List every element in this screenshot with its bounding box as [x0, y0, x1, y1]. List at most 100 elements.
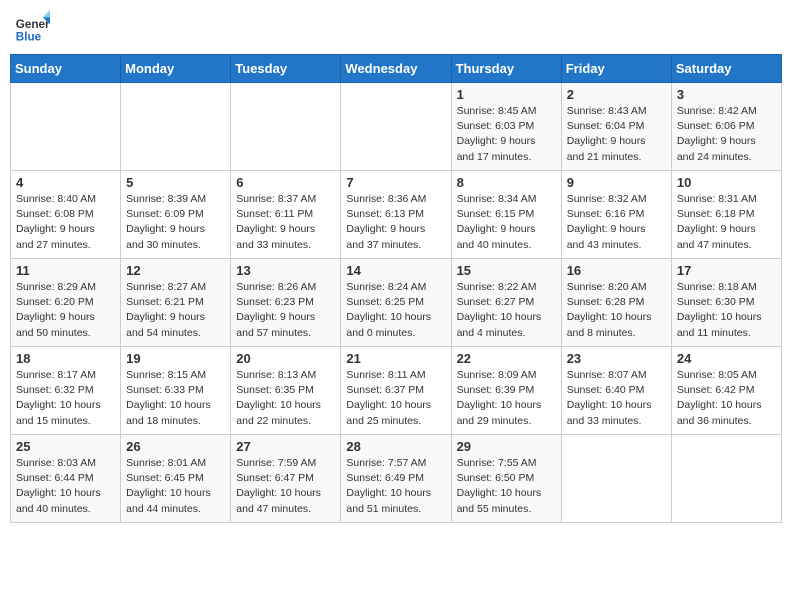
day-number: 11: [16, 263, 115, 278]
day-info: Sunrise: 8:24 AM Sunset: 6:25 PM Dayligh…: [346, 280, 445, 341]
logo-icon: General Blue: [14, 10, 50, 46]
calendar-cell: 19 Sunrise: 8:15 AM Sunset: 6:33 PM Dayli…: [121, 347, 231, 435]
page-header: General Blue: [10, 10, 782, 46]
calendar-cell: 27Sunrise: 7:59 AM Sunset: 6:47 PM Dayli…: [231, 435, 341, 523]
calendar-cell: 1 Sunrise: 8:45 AM Sunset: 6:03 PM Daylig…: [451, 83, 561, 171]
calendar-cell: 14 Sunrise: 8:24 AM Sunset: 6:25 PM Dayli…: [341, 259, 451, 347]
day-number: 2: [567, 87, 666, 102]
calendar-cell: [341, 83, 451, 171]
day-info: Sunrise: 8:40 AM Sunset: 6:08 PM Dayligh…: [16, 192, 115, 253]
day-info: Sunrise: 8:29 AM Sunset: 6:20 PM Dayligh…: [16, 280, 115, 341]
calendar-cell: 17 Sunrise: 8:18 AM Sunset: 6:30 PM Dayli…: [671, 259, 781, 347]
logo: General Blue: [14, 10, 50, 46]
day-of-week-header: Thursday: [451, 55, 561, 83]
day-info: Sunrise: 8:01 AM Sunset: 6:45 PM Dayligh…: [126, 456, 225, 517]
day-of-week-header: Monday: [121, 55, 231, 83]
day-number: 18: [16, 351, 115, 366]
svg-text:Blue: Blue: [16, 31, 42, 44]
calendar-cell: 21 Sunrise: 8:11 AM Sunset: 6:37 PM Dayli…: [341, 347, 451, 435]
day-info: Sunrise: 8:17 AM Sunset: 6:32 PM Dayligh…: [16, 368, 115, 429]
day-number: 19: [126, 351, 225, 366]
day-number: 24: [677, 351, 776, 366]
day-number: 17: [677, 263, 776, 278]
day-number: 25: [16, 439, 115, 454]
day-info: Sunrise: 8:32 AM Sunset: 6:16 PM Dayligh…: [567, 192, 666, 253]
calendar-cell: [231, 83, 341, 171]
day-info: Sunrise: 8:42 AM Sunset: 6:06 PM Dayligh…: [677, 104, 776, 165]
calendar-cell: 8 Sunrise: 8:34 AM Sunset: 6:15 PM Daylig…: [451, 171, 561, 259]
day-number: 3: [677, 87, 776, 102]
calendar-week-row: 18 Sunrise: 8:17 AM Sunset: 6:32 PM Dayli…: [11, 347, 782, 435]
day-info: Sunrise: 8:43 AM Sunset: 6:04 PM Dayligh…: [567, 104, 666, 165]
calendar-cell: 23 Sunrise: 8:07 AM Sunset: 6:40 PM Dayli…: [561, 347, 671, 435]
calendar-cell: 22 Sunrise: 8:09 AM Sunset: 6:39 PM Dayli…: [451, 347, 561, 435]
day-number: 12: [126, 263, 225, 278]
day-info: Sunrise: 8:27 AM Sunset: 6:21 PM Dayligh…: [126, 280, 225, 341]
calendar-cell: 4 Sunrise: 8:40 AM Sunset: 6:08 PM Daylig…: [11, 171, 121, 259]
day-number: 20: [236, 351, 335, 366]
calendar-cell: [121, 83, 231, 171]
day-info: Sunrise: 8:39 AM Sunset: 6:09 PM Dayligh…: [126, 192, 225, 253]
day-of-week-header: Tuesday: [231, 55, 341, 83]
day-of-week-header: Sunday: [11, 55, 121, 83]
day-info: Sunrise: 8:45 AM Sunset: 6:03 PM Dayligh…: [457, 104, 556, 165]
calendar-cell: 28 Sunrise: 7:57 AM Sunset: 6:49 PM Dayli…: [341, 435, 451, 523]
calendar-cell: 9Sunrise: 8:32 AM Sunset: 6:16 PM Daylig…: [561, 171, 671, 259]
day-info: Sunrise: 8:18 AM Sunset: 6:30 PM Dayligh…: [677, 280, 776, 341]
calendar-week-row: 4 Sunrise: 8:40 AM Sunset: 6:08 PM Daylig…: [11, 171, 782, 259]
calendar-cell: 20 Sunrise: 8:13 AM Sunset: 6:35 PM Dayli…: [231, 347, 341, 435]
calendar-cell: 15 Sunrise: 8:22 AM Sunset: 6:27 PM Dayli…: [451, 259, 561, 347]
day-number: 13: [236, 263, 335, 278]
calendar-cell: 6 Sunrise: 8:37 AM Sunset: 6:11 PM Daylig…: [231, 171, 341, 259]
day-number: 23: [567, 351, 666, 366]
calendar-cell: 7 Sunrise: 8:36 AM Sunset: 6:13 PM Daylig…: [341, 171, 451, 259]
day-number: 6: [236, 175, 335, 190]
day-number: 16: [567, 263, 666, 278]
day-number: 8: [457, 175, 556, 190]
day-number: 7: [346, 175, 445, 190]
calendar-cell: 2 Sunrise: 8:43 AM Sunset: 6:04 PM Daylig…: [561, 83, 671, 171]
day-number: 28: [346, 439, 445, 454]
day-number: 22: [457, 351, 556, 366]
day-number: 10: [677, 175, 776, 190]
calendar-cell: 12 Sunrise: 8:27 AM Sunset: 6:21 PM Dayli…: [121, 259, 231, 347]
day-info: Sunrise: 8:22 AM Sunset: 6:27 PM Dayligh…: [457, 280, 556, 341]
day-of-week-header: Friday: [561, 55, 671, 83]
calendar-cell: 24Sunrise: 8:05 AM Sunset: 6:42 PM Dayli…: [671, 347, 781, 435]
day-number: 4: [16, 175, 115, 190]
day-info: Sunrise: 8:13 AM Sunset: 6:35 PM Dayligh…: [236, 368, 335, 429]
calendar-cell: 16 Sunrise: 8:20 AM Sunset: 6:28 PM Dayli…: [561, 259, 671, 347]
calendar-cell: [671, 435, 781, 523]
day-info: Sunrise: 8:09 AM Sunset: 6:39 PM Dayligh…: [457, 368, 556, 429]
calendar-cell: 25 Sunrise: 8:03 AM Sunset: 6:44 PM Dayli…: [11, 435, 121, 523]
day-info: Sunrise: 8:11 AM Sunset: 6:37 PM Dayligh…: [346, 368, 445, 429]
day-info: Sunrise: 8:36 AM Sunset: 6:13 PM Dayligh…: [346, 192, 445, 253]
day-info: Sunrise: 8:07 AM Sunset: 6:40 PM Dayligh…: [567, 368, 666, 429]
calendar-week-row: 25 Sunrise: 8:03 AM Sunset: 6:44 PM Dayli…: [11, 435, 782, 523]
day-number: 21: [346, 351, 445, 366]
calendar-cell: 29Sunrise: 7:55 AM Sunset: 6:50 PM Dayli…: [451, 435, 561, 523]
calendar-cell: 5 Sunrise: 8:39 AM Sunset: 6:09 PM Daylig…: [121, 171, 231, 259]
day-number: 5: [126, 175, 225, 190]
calendar-week-row: 1 Sunrise: 8:45 AM Sunset: 6:03 PM Daylig…: [11, 83, 782, 171]
day-number: 15: [457, 263, 556, 278]
day-info: Sunrise: 7:57 AM Sunset: 6:49 PM Dayligh…: [346, 456, 445, 517]
calendar-cell: 10 Sunrise: 8:31 AM Sunset: 6:18 PM Dayli…: [671, 171, 781, 259]
day-info: Sunrise: 8:26 AM Sunset: 6:23 PM Dayligh…: [236, 280, 335, 341]
day-info: Sunrise: 8:15 AM Sunset: 6:33 PM Dayligh…: [126, 368, 225, 429]
day-number: 27: [236, 439, 335, 454]
day-number: 14: [346, 263, 445, 278]
day-info: Sunrise: 8:03 AM Sunset: 6:44 PM Dayligh…: [16, 456, 115, 517]
day-info: Sunrise: 8:20 AM Sunset: 6:28 PM Dayligh…: [567, 280, 666, 341]
day-info: Sunrise: 8:34 AM Sunset: 6:15 PM Dayligh…: [457, 192, 556, 253]
day-of-week-header: Saturday: [671, 55, 781, 83]
day-number: 1: [457, 87, 556, 102]
calendar-table: SundayMondayTuesdayWednesdayThursdayFrid…: [10, 54, 782, 523]
svg-text:General: General: [16, 18, 50, 31]
day-of-week-header: Wednesday: [341, 55, 451, 83]
calendar-cell: 13 Sunrise: 8:26 AM Sunset: 6:23 PM Dayli…: [231, 259, 341, 347]
calendar-cell: 26 Sunrise: 8:01 AM Sunset: 6:45 PM Dayli…: [121, 435, 231, 523]
day-number: 26: [126, 439, 225, 454]
day-info: Sunrise: 8:37 AM Sunset: 6:11 PM Dayligh…: [236, 192, 335, 253]
day-info: Sunrise: 8:31 AM Sunset: 6:18 PM Dayligh…: [677, 192, 776, 253]
